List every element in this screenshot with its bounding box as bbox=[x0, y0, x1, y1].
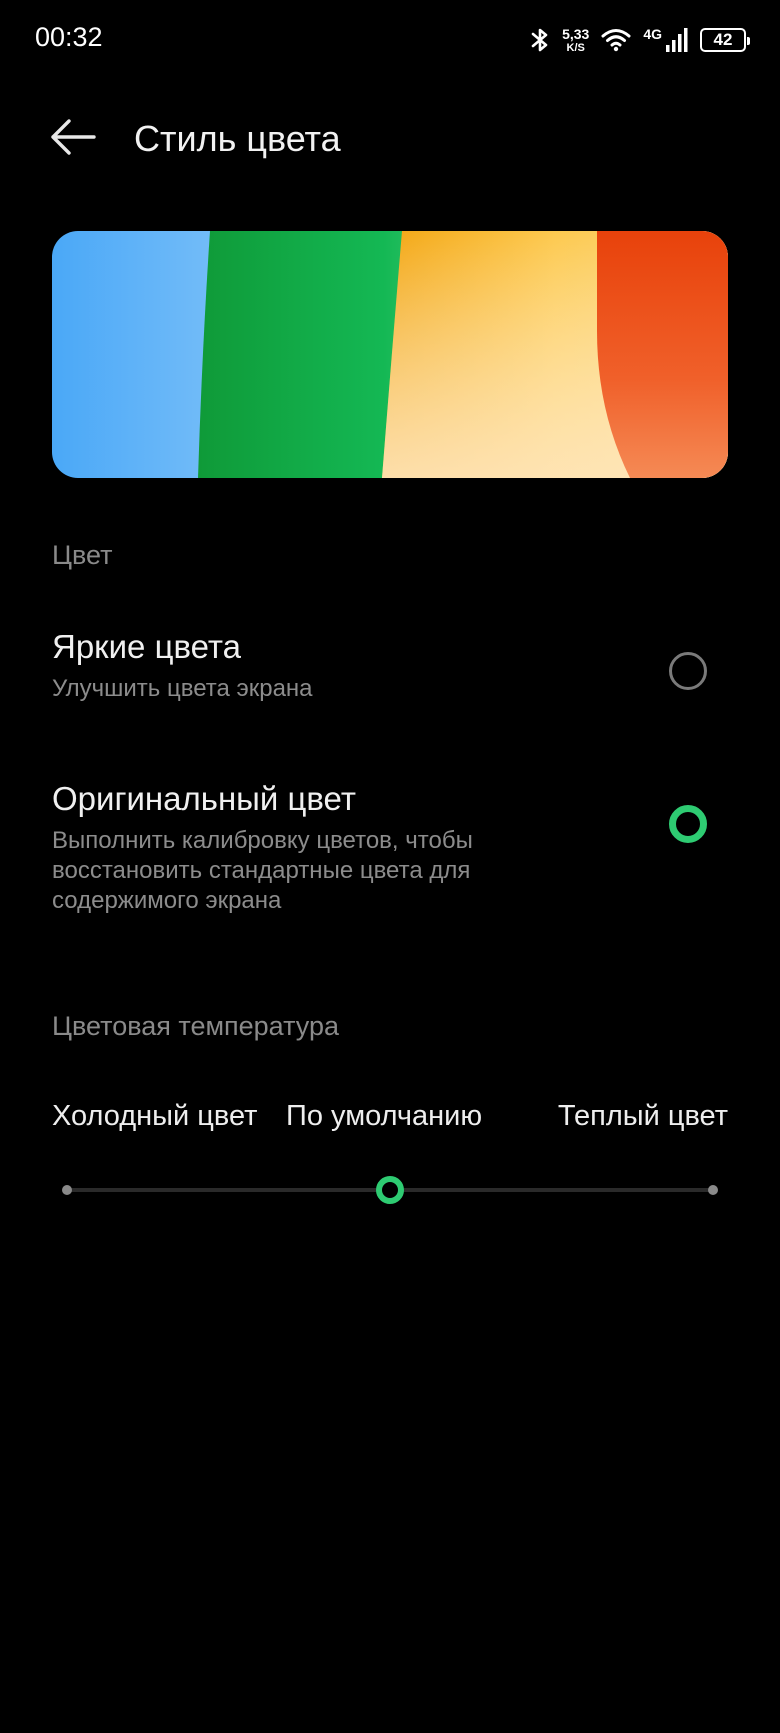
battery-icon: 42 bbox=[700, 28, 750, 52]
bluetooth-icon bbox=[530, 26, 550, 54]
network-speed: 5,33 K/S bbox=[562, 27, 589, 54]
temperature-warm-label: Теплый цвет bbox=[557, 1100, 728, 1132]
page-title: Стиль цвета bbox=[134, 118, 341, 159]
network-type: 4G bbox=[643, 26, 662, 42]
temperature-default-label: По умолчанию bbox=[286, 1100, 483, 1132]
radio-original-color[interactable] bbox=[669, 805, 707, 843]
slider-min-dot bbox=[62, 1185, 72, 1195]
network-speed-unit: K/S bbox=[566, 41, 585, 54]
status-icons: 5,33 K/S 4G 42 bbox=[530, 20, 750, 60]
section-header-temperature: Цветовая температура bbox=[52, 1011, 340, 1041]
status-time: 00:32 bbox=[35, 22, 103, 52]
section-header-color: Цвет bbox=[52, 540, 113, 570]
option-original-color[interactable]: Оригинальный цвет Выполнить калибровку ц… bbox=[52, 780, 728, 916]
slider-thumb[interactable] bbox=[376, 1176, 404, 1204]
option-description: Выполнить калибровку цветов, чтобы восст… bbox=[52, 827, 473, 914]
temperature-slider[interactable] bbox=[62, 1176, 718, 1204]
wifi-icon bbox=[601, 28, 631, 52]
network-speed-value: 5,33 bbox=[562, 25, 590, 42]
battery-level: 42 bbox=[713, 30, 733, 49]
temperature-cold-label: Холодный цвет bbox=[52, 1100, 258, 1132]
option-title: Оригинальный цвет bbox=[52, 780, 356, 817]
option-vivid-colors[interactable]: Яркие цвета Улучшить цвета экрана bbox=[52, 628, 728, 704]
radio-vivid-colors[interactable] bbox=[669, 652, 707, 690]
color-preview-image bbox=[52, 231, 728, 478]
option-title: Яркие цвета bbox=[52, 628, 241, 665]
back-button[interactable] bbox=[46, 112, 100, 166]
option-description: Улучшить цвета экрана bbox=[52, 675, 313, 702]
arrow-left-icon bbox=[49, 117, 97, 162]
slider-max-dot bbox=[708, 1185, 718, 1195]
signal-icon bbox=[666, 28, 688, 52]
status-bar: 00:32 5,33 K/S 4G 42 bbox=[0, 0, 780, 80]
